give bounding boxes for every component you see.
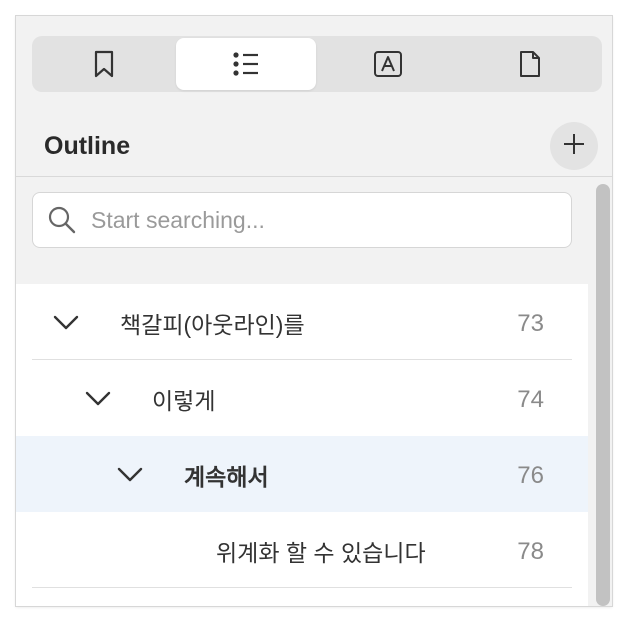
outline-item-label: 이렇게	[152, 388, 216, 414]
outline-panel: Outline 책갈피(아웃라인)를 73	[16, 16, 612, 606]
outline-item-selected[interactable]: 계속해서 76	[16, 436, 588, 512]
outline-item-label: 위계화 할 수 있습니다	[216, 540, 426, 566]
chevron-down-icon[interactable]	[84, 388, 112, 408]
scrollbar-thumb[interactable]	[596, 184, 610, 606]
bookmark-icon	[92, 50, 116, 78]
chevron-down-icon[interactable]	[116, 464, 144, 484]
header-divider	[16, 176, 612, 177]
page-title: Outline	[44, 132, 131, 160]
outline-item[interactable]: 책갈피(아웃라인)를 73	[16, 284, 588, 360]
outline-item-page: 78	[517, 538, 544, 565]
row-divider	[32, 587, 572, 588]
add-outline-button[interactable]	[550, 122, 598, 170]
search-icon	[45, 203, 79, 237]
annotation-icon	[373, 50, 403, 78]
sidebar-tab-bar	[32, 36, 602, 92]
outline-item[interactable]: 위계화 할 수 있습니다 78	[16, 512, 588, 588]
tab-pages[interactable]	[460, 38, 600, 90]
chevron-down-icon[interactable]	[52, 312, 80, 332]
outline-item[interactable]: 이렇게 74	[16, 360, 588, 436]
tab-bookmarks[interactable]	[34, 38, 174, 90]
page-icon	[518, 50, 542, 78]
search-input[interactable]	[89, 205, 513, 235]
outline-item-label: 책갈피(아웃라인)를	[120, 312, 305, 338]
tab-outline[interactable]	[176, 38, 316, 90]
outline-list-icon	[232, 51, 260, 77]
tab-annotations[interactable]	[318, 38, 458, 90]
search-box[interactable]	[32, 192, 572, 248]
outline-header: Outline	[16, 120, 612, 176]
outline-item-page: 73	[517, 310, 544, 337]
outline-list: 책갈피(아웃라인)를 73 이렇게 74 계속해서 76 위계화 할 수 있습니…	[16, 284, 588, 606]
plus-icon	[563, 133, 585, 160]
outline-item-page: 74	[517, 386, 544, 413]
outline-item-label: 계속해서	[184, 464, 269, 490]
outline-item-page: 76	[517, 462, 544, 489]
